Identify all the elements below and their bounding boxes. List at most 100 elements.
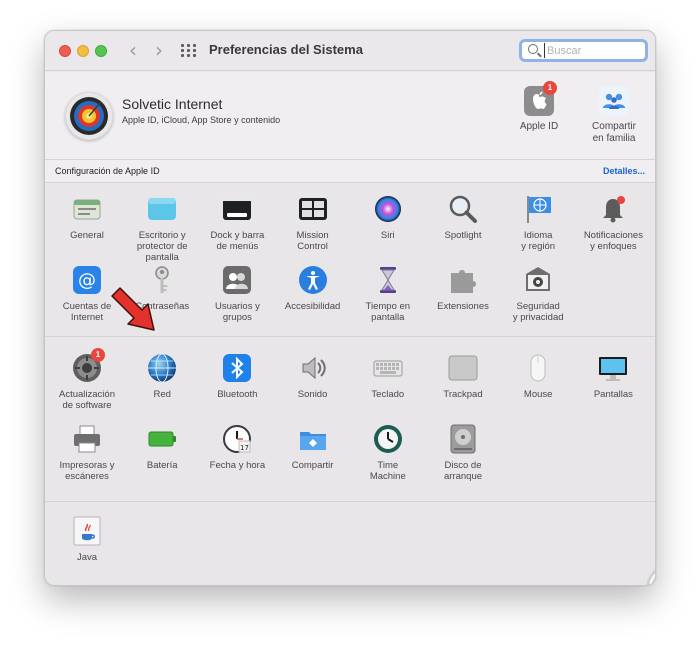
language-icon <box>523 194 553 224</box>
pref-pane-label: Red <box>153 389 171 400</box>
pref-pane-siri[interactable]: Siri <box>350 194 426 241</box>
startup-disk-icon <box>448 424 478 454</box>
pref-pane-accessibility[interactable]: Accesibilidad <box>275 265 351 312</box>
at-icon: @ <box>72 265 102 295</box>
pref-pane-java[interactable]: Java <box>49 516 125 563</box>
pref-pane-hourglass[interactable]: Tiempo en pantalla <box>350 265 426 323</box>
preferences-section-other: Java <box>45 501 655 585</box>
trackpad-icon <box>448 353 478 383</box>
pref-pane-label: Sonido <box>297 389 328 400</box>
pref-pane-software-update[interactable]: 1 Actualización de software <box>49 348 125 411</box>
general-icon <box>72 194 102 224</box>
pref-pane-label: Spotlight <box>444 230 482 241</box>
pref-pane-label: Tiempo en pantalla <box>365 301 411 323</box>
pref-pane-battery[interactable]: Batería <box>124 424 200 471</box>
user-subtitle: Apple ID, iCloud, App Store y contenido <box>122 115 281 125</box>
family-sharing-label: Compartir en familia <box>592 121 636 144</box>
pref-pane-label: Disco de arranque <box>443 460 483 482</box>
pref-pane-label: General <box>70 230 104 241</box>
pref-pane-label: Actualización de software <box>59 389 115 411</box>
apple-id-config-label: Configuración de Apple ID <box>55 166 160 176</box>
pref-pane-label: Idioma y región <box>521 230 556 252</box>
avatar[interactable] <box>65 92 113 140</box>
user-name[interactable]: Solvetic Internet <box>122 96 222 112</box>
pref-pane-spotlight[interactable]: Spotlight <box>425 194 501 241</box>
svg-text:@: @ <box>78 270 96 291</box>
pref-pane-bluetooth[interactable]: Bluetooth <box>199 353 275 400</box>
time-machine-icon <box>373 424 403 454</box>
pref-pane-label: Trackpad <box>443 389 483 400</box>
pref-pane-display[interactable]: Pantallas <box>575 353 651 400</box>
close-button[interactable] <box>59 45 71 57</box>
pref-pane-label: Mission Control <box>296 230 329 252</box>
pref-pane-keyboard[interactable]: Teclado <box>350 353 426 400</box>
network-icon <box>147 353 177 383</box>
pref-pane-dock[interactable]: Dock y barra de menús <box>199 194 275 252</box>
battery-icon <box>147 424 177 454</box>
grid-icon[interactable] <box>181 44 197 58</box>
pref-pane-label: Teclado <box>371 389 405 400</box>
software-update-icon: 1 <box>72 348 105 383</box>
display-icon <box>598 353 628 383</box>
search-field[interactable] <box>519 39 648 62</box>
pref-pane-clock[interactable]: 17 Fecha y hora <box>199 424 275 471</box>
pref-pane-label: Accesibilidad <box>284 301 341 312</box>
mouse-icon <box>523 353 553 383</box>
svg-text:17: 17 <box>240 444 249 452</box>
apple-id-pane[interactable]: 1 Apple ID <box>504 81 574 133</box>
apple-id-icon: 1 <box>524 81 557 116</box>
pref-pane-general[interactable]: General <box>49 194 125 241</box>
pref-pane-users[interactable]: Usuarios y grupos <box>199 265 275 323</box>
bell-icon <box>598 194 628 224</box>
pref-pane-label: Escritorio y protector de pantalla <box>136 230 188 263</box>
pref-pane-network[interactable]: Red <box>124 353 200 400</box>
pref-pane-time-machine[interactable]: Time Machine <box>350 424 426 482</box>
users-icon <box>222 265 252 295</box>
pref-pane-speaker[interactable]: Sonido <box>275 353 351 400</box>
pref-pane-label: Batería <box>146 460 178 471</box>
pref-pane-bell[interactable]: Notificaciones y enfoques <box>575 194 651 252</box>
siri-icon <box>373 194 403 224</box>
pref-pane-sharing-folder[interactable]: Compartir <box>275 424 351 471</box>
search-icon <box>528 44 538 54</box>
family-sharing-pane[interactable]: Compartir en familia <box>579 86 649 145</box>
speaker-icon <box>298 353 328 383</box>
pref-pane-mouse[interactable]: Mouse <box>500 353 576 400</box>
minimize-button[interactable] <box>77 45 89 57</box>
forward-button[interactable]: › <box>149 40 169 62</box>
title-bar: ‹ › Preferencias del Sistema <box>45 31 655 71</box>
pref-pane-mission-control[interactable]: Mission Control <box>275 194 351 252</box>
back-button[interactable]: ‹ <box>123 40 143 62</box>
pref-pane-label: Fecha y hora <box>209 460 266 471</box>
bluetooth-icon <box>222 353 252 383</box>
account-section: Solvetic Internet Apple ID, iCloud, App … <box>45 72 655 159</box>
puzzle-icon <box>448 265 478 295</box>
accessibility-icon <box>298 265 328 295</box>
pref-pane-trackpad[interactable]: Trackpad <box>425 353 501 400</box>
pref-pane-desktop[interactable]: Escritorio y protector de pantalla <box>124 194 200 263</box>
pref-pane-language[interactable]: Idioma y región <box>500 194 576 252</box>
family-sharing-icon <box>599 86 629 116</box>
pref-pane-label: Notificaciones y enfoques <box>583 230 643 252</box>
zoom-button[interactable] <box>95 45 107 57</box>
pref-pane-label: Pantallas <box>593 389 633 400</box>
details-link[interactable]: Detalles... <box>603 166 645 176</box>
update-badge: 1 <box>91 348 105 362</box>
clock-icon: 17 <box>222 424 252 454</box>
pref-pane-puzzle[interactable]: Extensiones <box>425 265 501 312</box>
java-icon <box>72 516 102 546</box>
pref-pane-label: Bluetooth <box>217 389 258 400</box>
red-arrow-annotation <box>111 287 155 331</box>
pref-pane-security[interactable]: Seguridad y privacidad <box>500 265 576 323</box>
keyboard-icon <box>373 353 403 383</box>
pref-pane-startup-disk[interactable]: Disco de arranque <box>425 424 501 482</box>
pref-pane-label: Time Machine <box>369 460 406 482</box>
pref-pane-label: Dock y barra de menús <box>210 230 265 252</box>
window-title: Preferencias del Sistema <box>209 42 363 57</box>
pref-pane-label: Usuarios y grupos <box>214 301 260 323</box>
search-input[interactable] <box>544 43 640 58</box>
pref-pane-label: Seguridad y privacidad <box>512 301 564 323</box>
pref-pane-printer[interactable]: Impresoras y escáneres <box>49 424 125 482</box>
hourglass-icon <box>373 265 403 295</box>
apple-id-badge: 1 <box>543 81 557 95</box>
